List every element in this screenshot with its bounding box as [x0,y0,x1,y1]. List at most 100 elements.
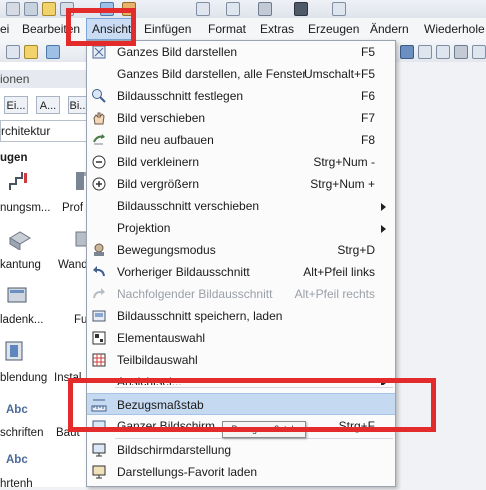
menu-item-shortcut: Alt+Pfeil links [303,265,375,279]
toolbar-icon[interactable] [196,2,210,16]
undo-view-icon [91,264,107,280]
menu-item-vorheriger-bildausschnitt[interactable]: Vorheriger Bildausschnitt Alt+Pfeil link… [87,261,395,283]
menu-einfuegen[interactable]: Einfügen [144,18,191,40]
menu-item-label: Bildausschnitt speichern, laden [117,309,283,323]
menu-format[interactable]: Format [208,18,246,40]
menu-item-bild-neu-aufbauen[interactable]: Bild neu aufbauen F8 [87,129,395,151]
menu-item-label: Projektion [117,221,171,235]
toolbar-icon[interactable] [454,45,468,59]
menu-item-label: Bild neu aufbauen [117,133,214,147]
menu-item-label: Bild vergrößern [117,177,200,191]
menu-wiederholen[interactable]: Wiederhole [424,18,485,40]
menu-item-nachfolgender-bildausschnitt: Nachfolgender Bildausschnitt Alt+Pfeil r… [87,283,395,305]
menu-item-bildschirmdarstellung[interactable]: Bildschirmdarstellung [87,439,395,461]
select-value: rchitektur [1,124,51,138]
palette-item-label[interactable]: Prof [62,202,83,214]
menu-item-shortcut: Strg+Num + [310,177,375,191]
toolbar-icon[interactable] [418,45,432,59]
save-view-icon [91,308,107,324]
toolbar-icon[interactable] [226,2,240,16]
palette-item-label[interactable]: nungsm... [0,202,51,214]
menu-item-bildausschnitt-speichern[interactable]: Bildausschnitt speichern, laden [87,305,395,327]
toolbar-icon[interactable] [472,45,486,59]
drawing-select-icon [91,352,107,368]
menu-item-label: Elementauswahl [117,331,206,345]
menu-item-ganzes-bild-alle[interactable]: Ganzes Bild darstellen, alle Fenster Ums… [87,63,395,85]
shutter-icon[interactable] [6,284,30,306]
palette-item-label[interactable]: hrtenh [0,478,33,490]
palette-item-label[interactable]: Wand [58,259,88,271]
menu-item-bildausschnitt-verschieben[interactable]: Bildausschnitt verschieben [87,195,395,217]
palette-tab[interactable]: A... [36,96,60,114]
palette-item-label[interactable]: schriften [0,427,43,439]
text-abc-icon[interactable]: Abc [6,454,28,466]
menu-item-shortcut: F8 [360,133,375,147]
toolbar-icon[interactable] [294,2,308,16]
edge-icon[interactable] [8,228,32,251]
palette-item-label[interactable]: kantung [0,259,41,271]
menu-item-bild-vergroessern[interactable]: Bild vergrößern Strg+Num + [87,173,395,195]
menu-item-bild-verschieben[interactable]: Bild verschieben F7 [87,107,395,129]
pan-hand-icon [91,110,107,126]
favorite-display-icon [91,464,107,480]
menu-item-projektion[interactable]: Projektion [87,217,395,239]
menu-aendern[interactable]: Ändern [370,18,409,40]
menu-item-label: Nachfolgender Bildausschnitt [117,287,273,301]
reveal-icon[interactable] [4,340,28,362]
annotation-box-bezugsmassstab [68,378,436,432]
menu-item-shortcut: Alt+Pfeil rechts [294,287,375,301]
menu-item-shortcut: Umschalt+F5 [303,67,375,81]
toolbar-icon[interactable] [6,2,20,16]
toolbar-icon[interactable] [42,2,56,16]
toolbar-icon[interactable] [24,45,38,59]
menu-erzeugen[interactable]: Erzeugen [308,18,359,40]
palette-item-label[interactable]: ladenk... [0,314,43,326]
menu-item-label: Bildschirmdarstellung [117,443,232,457]
menu-item-label: Vorheriger Bildausschnitt [117,265,250,279]
menu-item-shortcut: F6 [360,89,375,103]
annotation-box-ansicht [66,8,136,46]
fit-view-icon [91,44,107,60]
submenu-arrow-icon [381,225,386,233]
menu-item-label: Bildausschnitt verschieben [117,199,260,213]
palette-item-label[interactable]: blendung [0,372,47,384]
menu-item-darstellungs-favorit[interactable]: Darstellungs-Favorit laden [87,461,395,483]
menu-item-shortcut: F7 [360,111,375,125]
redo-view-icon [91,286,107,302]
menu-item-bewegungsmodus[interactable]: Bewegungsmodus Strg+D [87,239,395,261]
menu-item-shortcut: F5 [360,45,375,59]
palette-tab[interactable]: Ei... [4,96,28,114]
text-abc-icon[interactable]: Abc [6,404,28,416]
toolbar-icon[interactable] [6,45,20,59]
toolbar-icon[interactable] [46,45,60,59]
menu-item-label: Bild verkleinern [117,155,200,169]
toolbar-icon[interactable] [400,45,414,59]
menu-item-bild-verkleinern[interactable]: Bild verkleinern Strg+Num - [87,151,395,173]
palette-header: ionen [0,70,90,88]
menu-item-label: Bewegungsmodus [117,243,216,257]
toolbar-icon[interactable] [24,2,38,16]
zoom-out-icon [91,154,107,170]
element-select-icon [91,330,107,346]
menu-item-elementauswahl[interactable]: Elementauswahl [87,327,395,349]
redraw-icon [91,132,107,148]
menu-extras[interactable]: Extras [260,18,294,40]
stair-icon[interactable] [8,170,32,192]
menu-item-shortcut: Strg+D [337,243,375,257]
screen-display-icon [91,442,107,458]
toolbar-icon[interactable] [436,45,450,59]
palette-section-title: ugen [0,152,28,164]
menu-datei[interactable]: ei [0,18,9,40]
zoom-in-icon [91,176,107,192]
menu-item-shortcut: Strg+Num - [313,155,375,169]
navigation-mode-icon [91,242,107,258]
menu-item-bildausschnitt-festlegen[interactable]: Bildausschnitt festlegen F6 [87,85,395,107]
menu-item-label: Teilbildauswahl [117,353,198,367]
palette-module-select[interactable]: rchitektur [0,120,90,142]
submenu-arrow-icon [381,203,386,211]
toolbar-icon[interactable] [332,2,346,16]
menu-item-label: Bildausschnitt festlegen [117,89,244,103]
menu-item-label: Darstellungs-Favorit laden [117,465,258,479]
toolbar-icon[interactable] [258,2,272,16]
menu-item-teilbildauswahl[interactable]: Teilbildauswahl [87,349,395,371]
